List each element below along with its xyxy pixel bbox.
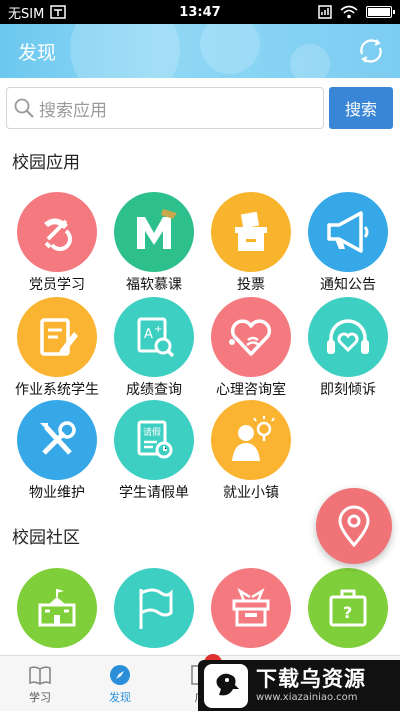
app-label: 即刻倾诉: [320, 382, 376, 398]
app-notice[interactable]: 通知公告: [299, 192, 397, 294]
gift-box-icon: [211, 568, 291, 648]
search-icon: [14, 98, 34, 118]
location-pin-icon: [338, 505, 370, 547]
leave-form-icon: 请假: [114, 400, 194, 480]
app-leave[interactable]: 请假 学生请假单: [105, 400, 203, 502]
app-label: 通知公告: [320, 277, 376, 293]
usb-debug-icon: [50, 5, 67, 19]
question-briefcase-icon: ?: [308, 568, 388, 648]
flag-icon: [114, 568, 194, 648]
app-label: 成绩查询: [126, 382, 182, 398]
app-label: 物业维护: [29, 485, 85, 501]
app-mooc[interactable]: 福软慕课: [105, 192, 203, 294]
app-label: 作业系统学生: [15, 382, 99, 398]
search-button[interactable]: 搜索: [329, 87, 393, 129]
app-label: 学生请假单: [119, 485, 189, 501]
svg-text:A: A: [144, 327, 153, 342]
status-bar: 无SIM 13:47: [0, 0, 400, 24]
app-career[interactable]: 就业小镇: [202, 400, 300, 502]
watermark-banner: 下载乌资源 www.xiazainiao.com: [198, 660, 400, 711]
tab-label: 学习: [29, 690, 51, 704]
app-property[interactable]: 物业维护: [8, 400, 106, 502]
app-party-study[interactable]: 党员学习: [8, 192, 106, 294]
battery-icon: [366, 6, 395, 18]
app-label: 心理咨询室: [216, 382, 286, 398]
status-right: [262, 5, 395, 19]
status-time: 13:47: [179, 4, 221, 20]
section-title-campus-apps: 校园应用: [12, 153, 80, 173]
app-counseling[interactable]: 心理咨询室: [202, 297, 300, 399]
wifi-icon: [340, 5, 358, 19]
svg-text:+: +: [154, 324, 162, 335]
app-grades[interactable]: A + 成绩查询: [105, 297, 203, 399]
refresh-icon[interactable]: [356, 36, 386, 66]
app-vote[interactable]: 投票: [202, 192, 300, 294]
heart-consult-icon: [211, 297, 291, 377]
watermark-title: 下载乌资源: [256, 666, 366, 691]
community-item[interactable]: [8, 568, 106, 648]
watermark-url: www.xiazainiao.com: [256, 691, 358, 703]
svg-text:请假: 请假: [143, 426, 161, 438]
bird-logo-icon: [204, 663, 248, 708]
battery-fill: [368, 8, 390, 16]
book-icon: [29, 665, 51, 685]
page-title: 发现: [18, 42, 57, 64]
location-fab-button[interactable]: [316, 488, 392, 564]
tab-discover[interactable]: 发现: [80, 656, 160, 711]
app-label: 党员学习: [29, 277, 85, 293]
app-header: 发现: [0, 24, 400, 78]
signal-icon: [318, 5, 332, 19]
homework-icon: [17, 297, 97, 377]
status-left: 无SIM: [8, 3, 138, 22]
career-person-icon: [211, 400, 291, 480]
tab-label: 发现: [109, 690, 131, 704]
svg-text:?: ?: [343, 603, 352, 622]
hammer-sickle-icon: [17, 192, 97, 272]
watermark-text: 下载乌资源 www.xiazainiao.com: [256, 667, 366, 705]
tab-study[interactable]: 学习: [0, 656, 80, 711]
app-label: 投票: [237, 277, 265, 293]
ballot-box-icon: [211, 192, 291, 272]
megaphone-icon: [308, 192, 388, 272]
tools-icon: [17, 400, 97, 480]
app-label: 就业小镇: [223, 485, 279, 501]
community-item[interactable]: [202, 568, 300, 648]
school-building-icon: [17, 568, 97, 648]
app-homework[interactable]: 作业系统学生: [8, 297, 106, 399]
app-confide[interactable]: 即刻倾诉: [299, 297, 397, 399]
compass-icon: [110, 664, 130, 685]
section-title-campus-community: 校园社区: [12, 528, 80, 548]
headphone-heart-icon: [308, 297, 388, 377]
community-item[interactable]: ?: [299, 568, 397, 648]
search-placeholder: 搜索应用: [39, 100, 107, 121]
mooc-m-icon: [114, 192, 194, 272]
carrier-label: 无SIM: [8, 6, 45, 22]
search-input[interactable]: 搜索应用: [6, 87, 324, 129]
grade-search-icon: A +: [114, 297, 194, 377]
community-item[interactable]: [105, 568, 203, 648]
search-row: 搜索应用 搜索: [0, 78, 400, 138]
app-label: 福软慕课: [126, 277, 182, 293]
